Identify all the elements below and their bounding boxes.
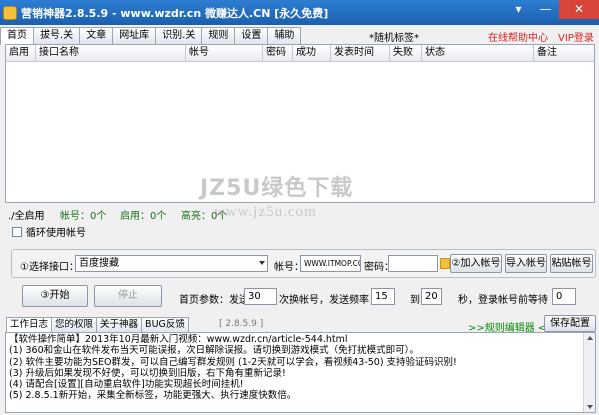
tab-dial[interactable]: 拔号.关 — [33, 27, 81, 44]
tab-about[interactable]: 关于神器 — [96, 317, 143, 332]
app-logo-icon — [3, 5, 17, 20]
tab-article[interactable]: 文章 — [79, 27, 114, 44]
note-icon[interactable] — [440, 258, 450, 269]
scroll-down-icon[interactable] — [587, 405, 593, 409]
chevron-down-icon — [259, 261, 265, 265]
freq-from-input[interactable]: 15 — [371, 288, 395, 305]
log-line: 【软件操作简单】2013年10月最新入门视频：www.wzdr.cn/artic… — [9, 334, 348, 345]
paste-account-button[interactable]: 粘贴帐号 — [550, 254, 593, 273]
loop-accounts-checkbox[interactable] — [12, 226, 22, 237]
window-controls: ▾ — ✕ — [505, 0, 599, 19]
add-account-button[interactable]: ②加入帐号 — [450, 254, 502, 273]
interface-select-value: 百度搜藏 — [79, 258, 119, 269]
send-count-input[interactable]: 30 — [244, 288, 277, 305]
select-interface-label: ①选择接口： — [20, 262, 79, 273]
enabled-count: 启用：0个 — [120, 211, 167, 222]
online-help-link[interactable]: 在线帮助中心 — [488, 29, 548, 44]
main-tabs: 首页 拔号.关 文章 网址库 识别.关 规则 设置 辅助 — [0, 27, 302, 45]
interface-select[interactable]: 百度搜藏 — [75, 255, 268, 272]
scroll-up-icon[interactable] — [587, 336, 593, 340]
vip-login-link[interactable]: VIP登录 — [558, 29, 594, 44]
params-label: 首页参数：发送 — [179, 295, 249, 306]
col-remark[interactable]: 备注 — [534, 45, 594, 61]
wait-input[interactable]: 0 — [552, 288, 576, 305]
col-password[interactable]: 密码 — [263, 45, 293, 61]
save-config-button[interactable]: 保存配置 — [544, 315, 596, 332]
loop-accounts-label: 循环使用帐号 — [26, 228, 86, 239]
watermark: JZ5U绿色下载 www.jz5u.com — [200, 170, 410, 240]
enable-all-link[interactable]: ./全启用 — [8, 207, 45, 222]
tab-settings[interactable]: 设置 — [234, 27, 269, 44]
import-account-button[interactable]: 导入帐号 — [505, 254, 547, 273]
tab-assist[interactable]: 辅助 — [267, 27, 302, 44]
col-status[interactable]: 状态 — [422, 45, 534, 61]
start-button[interactable]: ③开始 — [22, 285, 88, 307]
tab-url-lib[interactable]: 网址库 — [112, 27, 157, 44]
account-input[interactable]: WWW.ITMOP.COM — [300, 255, 361, 272]
log-line: (1) 360和金山在软件发布当天可能误报，次日解除误报。请切换到游戏模式（免打… — [9, 345, 419, 357]
menu-icon[interactable]: ▾ — [505, 0, 532, 19]
tab-home[interactable]: 首页 — [0, 27, 34, 45]
col-interface-name[interactable]: 接口名称 — [36, 45, 186, 61]
per-account-label: 次换帐号，发送频率 — [279, 295, 369, 306]
version-label: [ 2.8.5.9 ] — [219, 319, 264, 329]
password-input[interactable] — [388, 255, 438, 272]
col-account[interactable]: 帐号 — [186, 45, 263, 61]
grid-header: 启用 接口名称 帐号 密码 成功 发表时间 失败 状态 备注 — [6, 45, 594, 62]
col-enabled[interactable]: 启用 — [6, 45, 36, 61]
log-line: (2) 软件主要功能为SEO群发，可以自己编写群发规则 (1-2天就可以学会，看… — [9, 356, 457, 368]
random-tag-label: *随机标签* — [369, 33, 419, 44]
window-title: 营销神器2.8.5.9 - www.wzdr.cn 微赚达人.CN [永久免费] — [21, 6, 329, 20]
log-line: (5) 2.8.5.1新开始，采集全新标签，功能更强大、执行速度快数倍。 — [9, 390, 297, 402]
tab-permissions[interactable]: 您的权限 — [51, 317, 98, 332]
tab-recognize[interactable]: 识别.关 — [155, 27, 203, 44]
tab-work-log[interactable]: 工作日志 — [6, 317, 53, 332]
col-post-time[interactable]: 发表时间 — [331, 45, 390, 61]
log-line: (4) 请配合[设置][自动重启软件]功能实现超长时间挂机! — [9, 379, 244, 391]
close-icon[interactable]: ✕ — [559, 0, 599, 19]
minimize-icon[interactable]: — — [532, 0, 559, 19]
watermark-title: JZ5U绿色下载 — [200, 176, 354, 201]
col-success[interactable]: 成功 — [293, 45, 331, 61]
account-count: 帐号：0个 — [60, 211, 107, 222]
watermark-url: www.jz5u.com — [214, 204, 317, 220]
wait-label: 秒，登录帐号前等待 — [458, 295, 548, 306]
loop-accounts-row[interactable]: 循环使用帐号 — [12, 224, 86, 239]
col-fail[interactable]: 失败 — [390, 45, 422, 61]
work-log[interactable]: 【软件操作简单】2013年10月最新入门视频：www.wzdr.cn/artic… — [5, 332, 596, 413]
title-bar: 营销神器2.8.5.9 - www.wzdr.cn 微赚达人.CN [永久免费]… — [0, 0, 599, 25]
interface-panel: ①选择接口： 百度搜藏 帐号： WWW.ITMOP.COM 密码： ②加入帐号 … — [11, 249, 596, 278]
log-line: (3) 升级后如果发现不好使，可以切换到旧版，右下角有重新记录! — [9, 367, 286, 379]
tab-bug-feedback[interactable]: BUG反馈 — [141, 317, 189, 332]
highlight-count: 高亮：0个 — [181, 211, 228, 222]
tab-rules[interactable]: 规则 — [201, 27, 236, 44]
log-scrollbar[interactable] — [583, 333, 595, 412]
freq-to-input[interactable]: 20 — [421, 288, 442, 305]
stop-button[interactable]: 停止 — [94, 285, 162, 307]
to-label: 到 — [410, 295, 420, 306]
log-tabs: 工作日志 您的权限 关于神器 BUG反馈 — [6, 317, 189, 332]
